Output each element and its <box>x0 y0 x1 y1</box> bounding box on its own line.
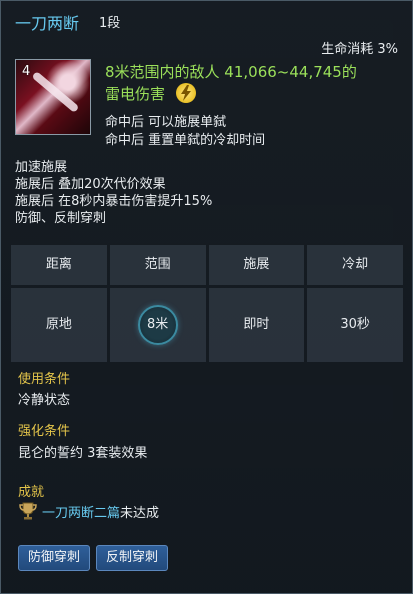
stat-value-cast: 即时 <box>208 288 305 362</box>
stat-header-range: 范围 <box>109 245 206 285</box>
usage-condition-text: 冷静状态 <box>18 393 71 408</box>
stat-header-cast: 施展 <box>208 245 305 285</box>
damage-description: 8米范围内的敌人 41,066~44,745的 雷电伤害 <box>105 61 395 105</box>
skill-tooltip: 一刀两断 1段 生命消耗 3% 4 8米范围内的敌人 41,066~44,745… <box>0 0 413 594</box>
title-bar: 一刀两断 1段 <box>1 1 412 39</box>
usage-condition-label: 使用条件 <box>18 372 71 387</box>
skill-name: 一刀两断 <box>15 14 80 33</box>
buff-line: 防御、反制穿刺 <box>15 211 107 226</box>
effect-line: 命中后 重置单弑的冷却时间 <box>105 133 266 148</box>
achievement-status: 未达成 <box>120 505 160 521</box>
skill-tags: 防御穿刺 反制穿刺 <box>18 545 169 571</box>
lightning-icon <box>175 83 196 103</box>
achievement-name[interactable]: 一刀两断二篇 <box>42 502 120 521</box>
upgrade-condition-label: 强化条件 <box>18 424 71 439</box>
upgrade-condition-text: 昆仑的誓约 3套装效果 <box>18 446 148 461</box>
achievement-label: 成就 <box>18 485 45 500</box>
damage-line-1: 8米范围内的敌人 41,066~44,745的 <box>105 63 357 81</box>
achievement-row: 一刀两断二篇 未达成 <box>18 500 159 522</box>
stat-header-distance: 距离 <box>11 245 107 285</box>
effect-line: 命中后 可以施展单弑 <box>105 115 227 130</box>
stat-value-distance: 原地 <box>11 288 107 362</box>
trophy-icon <box>19 502 37 520</box>
slash-graphic <box>31 70 80 114</box>
stat-value-range: 8米 <box>137 304 178 345</box>
hp-cost: 生命消耗 3% <box>321 42 398 57</box>
stat-value-cooldown: 30秒 <box>307 288 403 362</box>
skill-icon: 4 <box>15 59 91 135</box>
stat-header-cooldown: 冷却 <box>307 245 403 285</box>
skill-stats-table: 距离 范围 施展 冷却 原地 8米 即时 30秒 <box>11 245 403 362</box>
stats-value-row: 原地 8米 即时 30秒 <box>11 288 403 362</box>
damage-type: 雷电伤害 <box>105 85 166 103</box>
damage-line-2: 雷电伤害 <box>105 83 395 105</box>
stats-header-row: 距离 范围 施展 冷却 <box>11 245 403 285</box>
stat-value-range-cell: 8米 <box>109 288 206 362</box>
skill-icon-number: 4 <box>22 64 31 79</box>
skill-level: 1段 <box>99 16 121 31</box>
tag-defense-pierce[interactable]: 防御穿刺 <box>18 545 91 571</box>
tag-counter-pierce[interactable]: 反制穿刺 <box>96 545 169 571</box>
